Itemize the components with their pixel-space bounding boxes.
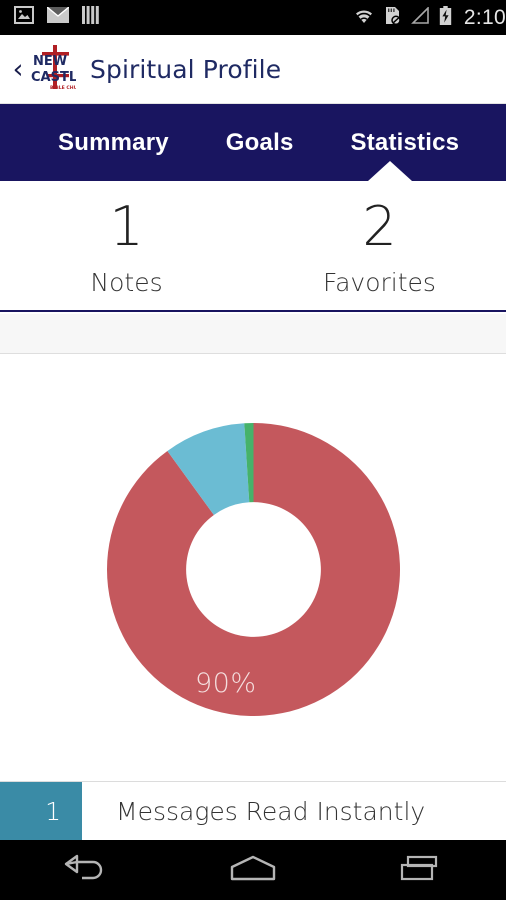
app-screen: 2:10 ‹ NEW CASTLE BIBLE CHURCH Spiritual… (0, 0, 506, 900)
stats-summary-row: 1 Notes 2 Favorites (0, 181, 506, 312)
tab-bar: Summary Goals Statistics (0, 104, 506, 181)
chart-area: 90% (0, 355, 506, 782)
page-title: Spiritual Profile (90, 54, 282, 84)
tab-summary[interactable]: Summary (58, 129, 169, 157)
battery-charging-icon (439, 5, 452, 30)
list-item[interactable]: 1 Messages Read Instantly (0, 782, 506, 840)
status-bar-left-icons (14, 6, 99, 29)
counter-favorites-label: Favorites (323, 268, 436, 297)
list-item-label: Messages Read Instantly (116, 796, 426, 826)
counter-notes-value: 1 (109, 195, 144, 258)
section-header-band (0, 314, 506, 354)
counter-favorites-value: 2 (362, 195, 397, 258)
status-bar: 2:10 (0, 0, 506, 35)
back-button[interactable]: ‹ (6, 56, 30, 83)
counter-favorites[interactable]: 2 Favorites (253, 181, 506, 310)
app-logo: NEW CASTLE BIBLE CHURCH (28, 43, 88, 95)
svg-text:NEW: NEW (33, 54, 67, 69)
gallery-icon (14, 6, 34, 29)
cell-signal-icon (410, 5, 430, 29)
donut-slice-label: 90% (195, 668, 257, 699)
nav-back-button[interactable] (29, 840, 139, 900)
status-bar-clock: 2:10 (463, 6, 506, 29)
svg-text:BIBLE CHURCH: BIBLE CHURCH (50, 85, 76, 91)
bars-icon (82, 6, 99, 29)
home-icon (225, 853, 281, 888)
sdcard-disabled-icon (384, 6, 401, 30)
tab-statistics[interactable]: Statistics (351, 129, 460, 157)
status-bar-right-icons (353, 5, 452, 30)
nav-recents-button[interactable] (367, 840, 477, 900)
tab-goals[interactable]: Goals (226, 129, 294, 157)
title-bar: ‹ NEW CASTLE BIBLE CHURCH Spiritual Prof… (0, 35, 506, 104)
svg-text:CASTLE: CASTLE (31, 70, 76, 85)
counter-notes-label: Notes (90, 268, 163, 297)
donut-chart[interactable]: 90% (106, 423, 401, 716)
android-nav-bar (0, 840, 506, 900)
back-icon (60, 853, 108, 888)
nav-home-button[interactable] (198, 840, 308, 900)
active-tab-indicator (368, 161, 412, 181)
wifi-icon (353, 7, 375, 29)
email-icon (46, 6, 70, 28)
counter-notes[interactable]: 1 Notes (0, 181, 253, 310)
recents-icon (397, 853, 447, 888)
list-item-badge: 1 (0, 782, 82, 840)
